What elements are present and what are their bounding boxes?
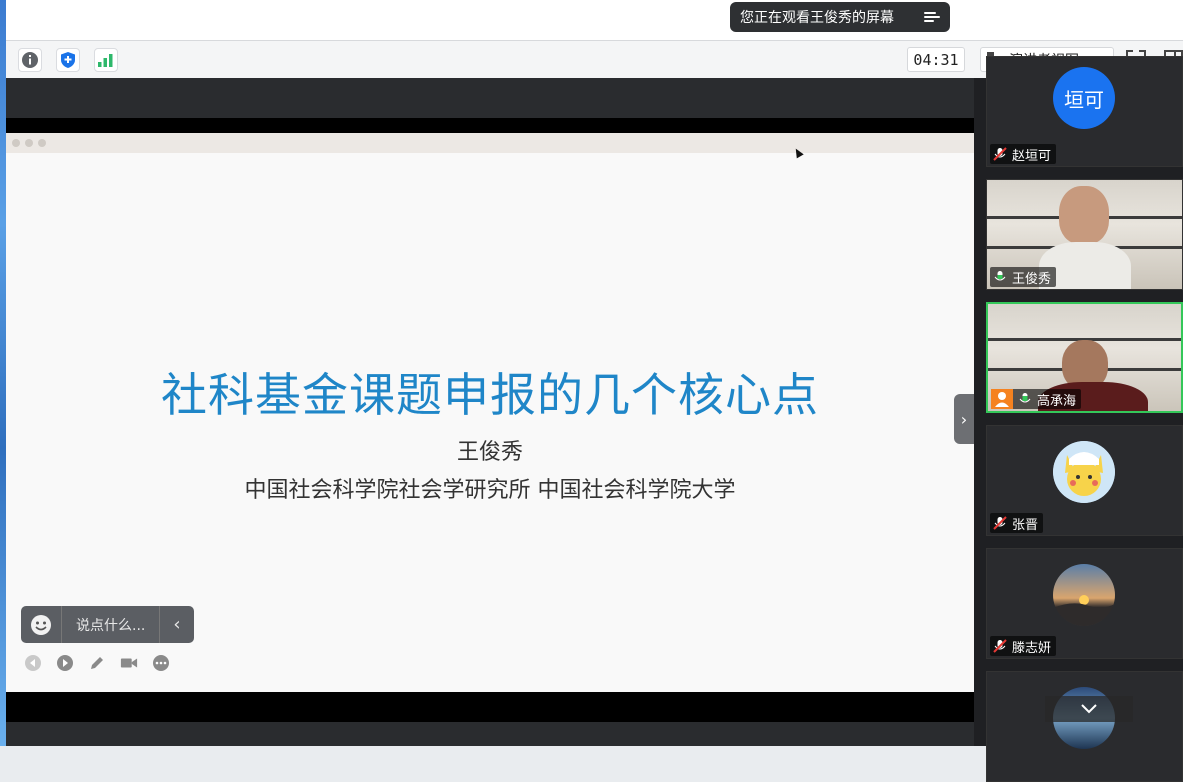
slide-author: 王俊秀	[456, 440, 523, 465]
meeting-timer: 04:31	[907, 47, 965, 72]
menu-icon[interactable]	[924, 11, 940, 23]
mic-muted-icon	[993, 516, 1007, 530]
avatar	[1053, 564, 1115, 626]
chat-input-bar[interactable]: 说点什么... ‹	[21, 606, 194, 643]
participant-name-tag: 滕志妍	[990, 636, 1057, 656]
participant-name: 赵垣可	[1012, 148, 1052, 164]
taskbar-edge	[6, 722, 974, 746]
screen-share-banner[interactable]: 您正在观看王俊秀的屏幕	[730, 2, 950, 32]
signal-icon[interactable]	[94, 48, 118, 72]
participant-name-tag: 高承海	[991, 389, 1082, 409]
letterbox-top	[6, 118, 974, 133]
participant-name: 高承海	[1037, 393, 1077, 409]
mic-on-icon	[994, 271, 1006, 281]
participant-name-tag: 赵垣可	[990, 144, 1057, 164]
letterbox-bottom	[6, 692, 974, 722]
pen-icon[interactable]	[88, 654, 106, 672]
participants-panel: 垣可 赵垣可 王俊秀 高承海 张晋 滕志妍	[974, 56, 1183, 782]
window-dot	[25, 139, 33, 147]
slide-affiliation: 中国社会科学院社会学研究所 中国社会科学院大学	[244, 478, 736, 503]
participant-name-tag: 王俊秀	[990, 267, 1057, 287]
info-icon[interactable]	[18, 48, 42, 72]
shared-screen: 社科基金课题申报的几个核心点 王俊秀 中国社会科学院社会学研究所 中国社会科学院…	[6, 78, 974, 746]
next-icon[interactable]	[56, 654, 74, 672]
chevron-down-icon	[1081, 704, 1097, 714]
top-bar: 您正在观看王俊秀的屏幕	[6, 0, 1183, 41]
participant-tile[interactable]: 垣可 赵垣可	[986, 56, 1183, 167]
emoji-icon[interactable]	[21, 606, 62, 643]
panel-toggle-chevron-icon[interactable]: ›	[954, 394, 974, 444]
window-titlebar	[6, 133, 974, 154]
participant-name: 王俊秀	[1012, 271, 1052, 287]
avatar: 垣可	[1053, 67, 1115, 129]
shield-icon[interactable]	[56, 48, 80, 72]
participant-name: 滕志妍	[1012, 640, 1052, 656]
participant-name: 张晋	[1012, 517, 1039, 533]
participant-tile[interactable]: 滕志妍	[986, 548, 1183, 659]
more-icon[interactable]	[152, 654, 170, 672]
avatar	[1053, 441, 1115, 503]
person-silhouette	[1059, 186, 1109, 244]
participant-name-tag: 张晋	[990, 513, 1044, 533]
slide-title: 社科基金课题申报的几个核心点	[161, 368, 819, 422]
chat-placeholder[interactable]: 说点什么...	[62, 615, 159, 635]
participant-tile-active[interactable]: 高承海	[986, 302, 1183, 413]
participant-tile[interactable]: 王俊秀	[986, 179, 1183, 290]
mic-on-icon	[1019, 393, 1031, 403]
previous-icon[interactable]	[24, 654, 42, 672]
mic-muted-icon	[993, 147, 1007, 161]
scroll-down-button[interactable]	[1045, 696, 1133, 722]
mic-muted-icon	[993, 639, 1007, 653]
share-banner-text: 您正在观看王俊秀的屏幕	[740, 10, 894, 26]
slide-controls	[24, 654, 170, 672]
participant-tile[interactable]	[986, 671, 1183, 782]
camera-icon[interactable]	[120, 654, 138, 672]
window-dot	[12, 139, 20, 147]
avatar-text: 垣可	[1064, 87, 1104, 112]
window-dot	[38, 139, 46, 147]
host-icon	[991, 389, 1013, 409]
chevron-left-icon[interactable]: ‹	[159, 606, 194, 643]
participant-tile[interactable]: 张晋	[986, 425, 1183, 536]
